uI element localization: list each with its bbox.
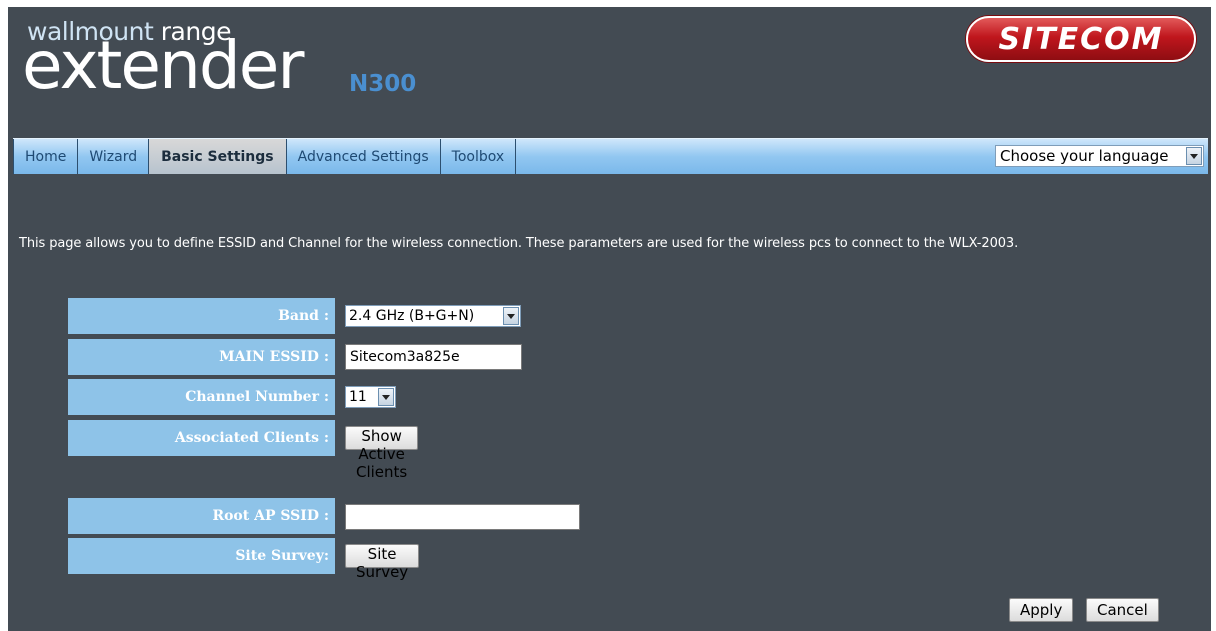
show-active-clients-button[interactable]: Show Active Clients — [345, 426, 419, 481]
channel-label: Channel Number : — [68, 379, 335, 415]
tab-basic-settings[interactable]: Basic Settings — [149, 139, 287, 174]
channel-select-value: 11 — [349, 389, 367, 405]
chevron-down-icon[interactable] — [503, 307, 519, 325]
root-ssid-input[interactable] — [345, 504, 580, 530]
band-label: Band : — [68, 298, 335, 334]
site-survey-button[interactable]: Site Survey — [345, 544, 420, 581]
chevron-down-icon[interactable] — [1186, 147, 1202, 165]
tab-toolbox[interactable]: Toolbox — [441, 139, 517, 174]
tab-home[interactable]: Home — [13, 139, 79, 174]
main-nav: Home Wizard Basic Settings Advanced Sett… — [13, 138, 1208, 174]
channel-row: Channel Number : 11 — [68, 379, 396, 415]
logo-text: SITECOM — [998, 21, 1164, 57]
sitecom-logo: SITECOM — [966, 16, 1196, 62]
survey-label: Site Survey: — [68, 538, 335, 574]
page-description: This page allows you to define ESSID and… — [19, 236, 1019, 251]
band-select[interactable]: 2.4 GHz (B+G+N) — [345, 305, 521, 327]
clients-label: Associated Clients : — [68, 420, 335, 456]
band-select-value: 2.4 GHz (B+G+N) — [349, 308, 475, 324]
tab-advanced-settings[interactable]: Advanced Settings — [287, 139, 441, 174]
essid-label: MAIN ESSID : — [68, 339, 335, 375]
band-row: Band : 2.4 GHz (B+G+N) — [68, 298, 521, 334]
brand-product-name: extender — [22, 27, 304, 104]
cancel-button[interactable]: Cancel — [1086, 598, 1159, 622]
language-select-value: Choose your language — [1000, 147, 1169, 165]
tab-wizard[interactable]: Wizard — [78, 139, 150, 174]
channel-select[interactable]: 11 — [345, 386, 396, 408]
essid-input[interactable] — [345, 344, 522, 370]
language-select[interactable]: Choose your language — [995, 145, 1204, 167]
apply-button[interactable]: Apply — [1009, 598, 1074, 622]
root-ssid-label: Root AP SSID : — [68, 498, 335, 534]
brand-model: N300 — [349, 71, 417, 97]
chevron-down-icon[interactable] — [378, 388, 394, 406]
page-frame: wallmount range extender N300 SITECOM Ho… — [8, 7, 1211, 631]
